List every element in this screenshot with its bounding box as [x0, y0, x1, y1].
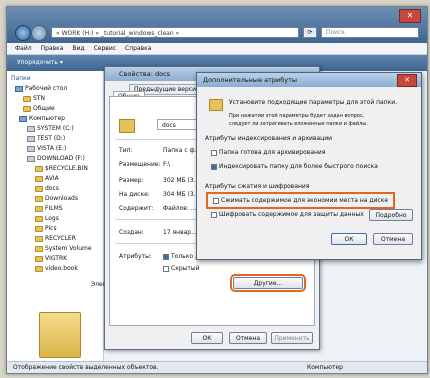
organize-button[interactable]: Упорядочить ▾ — [17, 59, 63, 66]
created-label: Создан: — [119, 229, 144, 236]
folder-icon — [35, 195, 43, 202]
drive-icon — [27, 135, 35, 142]
checkbox-icon — [211, 149, 217, 156]
size-on-disk-value: 304 МБ (3... — [163, 191, 200, 198]
folder-icon — [23, 105, 31, 112]
forward-button[interactable] — [31, 25, 47, 41]
folder-icon — [35, 265, 43, 272]
index-checkbox[interactable]: Индексировать папку для более быстрого п… — [211, 163, 378, 170]
ok-button[interactable]: ОК — [191, 332, 223, 344]
tree-item-pics[interactable]: Pics — [35, 225, 57, 232]
drive-icon — [27, 155, 35, 162]
checkbox-icon — [211, 163, 217, 170]
details-button[interactable]: Подробно — [369, 209, 413, 221]
folder-icon — [35, 215, 43, 222]
tree-item-public[interactable]: Общие — [23, 105, 55, 112]
tree-item-drive-e[interactable]: VISTA (E:) — [27, 145, 66, 152]
cancel-button[interactable]: Отмена — [229, 332, 267, 344]
folder-icon — [209, 99, 223, 111]
tree-item-logs[interactable]: Logs — [35, 215, 59, 222]
checkbox-icon — [163, 253, 169, 260]
index-group-label: Атрибуты индексирования и архивации — [205, 135, 333, 142]
menu-view[interactable]: Вид — [72, 43, 84, 54]
tree-item-drive-c[interactable]: SYSTEM (C:) — [27, 125, 74, 132]
folder-icon — [35, 225, 43, 232]
compress-checkbox[interactable]: Сжимать содержимое для экономии места на… — [205, 192, 396, 209]
other-attributes-button[interactable]: Другие... — [230, 274, 306, 292]
size-value: 302 МБ (3... — [163, 177, 200, 184]
status-bar: Отображение свойств выделенных объектов.… — [7, 361, 427, 373]
computer-icon — [19, 115, 27, 122]
tree-item-vigtrk[interactable]: VIGTRK — [35, 255, 67, 262]
tree-item-stn[interactable]: STN — [23, 95, 45, 102]
tree-item-drive-d[interactable]: TEST (D:) — [27, 135, 65, 142]
close-icon[interactable]: ✕ — [399, 9, 421, 23]
menu-file[interactable]: Файл — [15, 43, 32, 54]
cancel-button[interactable]: Отмена — [373, 233, 413, 245]
menu-bar: Файл Правка Вид Сервис Справка — [7, 43, 427, 55]
folder-icon — [35, 165, 43, 172]
large-folder-icon — [39, 312, 81, 358]
folder-icon — [23, 95, 31, 102]
drive-icon — [27, 145, 35, 152]
folder-icon — [35, 175, 43, 182]
advanced-attributes-title: Дополнительные атрибуты — [197, 73, 421, 87]
folder-icon — [35, 245, 43, 252]
folder-icon — [35, 235, 43, 242]
status-text: Отображение свойств выделенных объектов. — [13, 364, 159, 371]
refresh-icon[interactable]: ⟳ — [303, 27, 317, 38]
apply-button[interactable]: Применить — [271, 332, 313, 344]
archive-checkbox[interactable]: Папка готова для архивирования — [211, 149, 325, 156]
advanced-attributes-dialog: Дополнительные атрибуты ✕ Установите под… — [196, 72, 422, 260]
ok-button[interactable]: ОК — [331, 233, 367, 245]
tree-item-desktop[interactable]: Рабочий стол — [15, 85, 67, 92]
search-input[interactable]: Поиск — [321, 27, 419, 38]
tree-item-avia[interactable]: AVIA — [35, 175, 59, 182]
address-bar[interactable]: « WORK (H:) » _tutorial_windows_clean » — [51, 27, 299, 38]
desktop-icon — [15, 85, 23, 92]
created-value: 17 январ... — [163, 229, 197, 236]
hidden-checkbox[interactable]: Скрытый — [163, 265, 200, 272]
tree-item-computer[interactable]: Компьютер — [19, 115, 65, 122]
nav-pane-header: Папки — [11, 75, 31, 82]
tree-item-drive-f[interactable]: DOWNLOAD (F:) — [27, 155, 85, 162]
checkbox-icon — [211, 211, 217, 218]
tree-item-recycler[interactable]: RECYCLER — [35, 235, 76, 242]
intro-text-line1: Установите подходящие параметры для этой… — [229, 99, 398, 106]
back-button[interactable] — [15, 25, 31, 41]
size-on-disk-label: На диске: — [119, 191, 150, 198]
tree-item-downloads[interactable]: Downloads — [35, 195, 78, 202]
intro-text-line3: следует ли затрагивать вложенные папки и… — [229, 121, 368, 127]
checkbox-icon — [213, 197, 219, 204]
attributes-label: Атрибуты: — [119, 253, 152, 260]
contains-label: Содержит: — [119, 205, 154, 212]
contains-value: Файлов: ... — [163, 205, 197, 212]
tree-item-video-book[interactable]: video.book — [35, 265, 78, 272]
tree-item-system-volume[interactable]: System Volume — [35, 245, 92, 252]
tree-item-films[interactable]: FILMS — [35, 205, 63, 212]
menu-edit[interactable]: Правка — [41, 43, 64, 54]
intro-text-line2: При нажатии этой параметры будет задан в… — [229, 113, 365, 119]
folder-icon — [35, 185, 43, 192]
menu-help[interactable]: Справка — [125, 43, 151, 54]
compress-group-label: Атрибуты сжатия и шифрования — [205, 183, 310, 190]
type-label: Тип: — [119, 147, 133, 154]
checkbox-icon — [163, 265, 169, 272]
folder-icon — [119, 119, 135, 133]
size-label: Размер: — [119, 177, 144, 184]
status-computer: Компьютер — [307, 364, 343, 371]
encrypt-checkbox[interactable]: Шифровать содержимое для защиты данных — [211, 211, 364, 218]
readonly-checkbox[interactable]: Только ... — [163, 253, 201, 260]
location-value: F:\ — [163, 161, 171, 168]
tree-item-recycle-bin[interactable]: $RECYCLE.BIN — [35, 165, 88, 172]
close-icon[interactable]: ✕ — [397, 74, 417, 87]
location-label: Размещение: — [119, 161, 161, 168]
drive-icon — [27, 125, 35, 132]
menu-tools[interactable]: Сервис — [94, 43, 116, 54]
tree-item-docs[interactable]: docs — [35, 185, 59, 192]
folder-icon — [35, 205, 43, 212]
type-value: Папка с ф... — [163, 147, 201, 154]
folder-icon — [35, 255, 43, 262]
